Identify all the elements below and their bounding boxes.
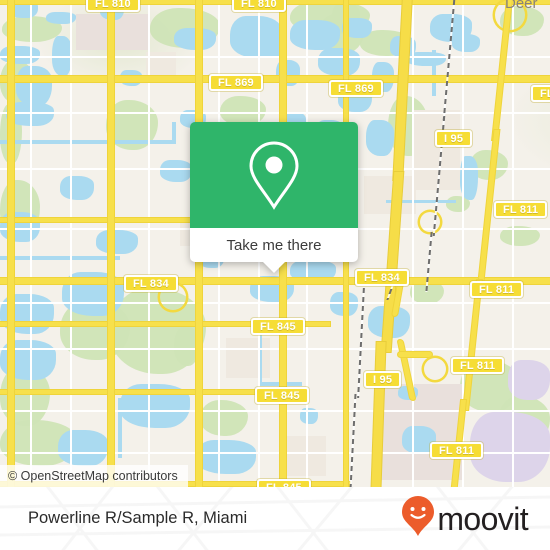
motorway-loop-ramp [424, 358, 446, 380]
moovit-pin-icon [401, 495, 435, 542]
footer-bar: Powerline R/Sample R, Miami moovit [0, 487, 550, 550]
canal [0, 256, 120, 260]
road-shield: FL 845 [251, 318, 305, 335]
highway-vertical [8, 0, 14, 487]
minor-road [412, 0, 414, 487]
road-shield: FL 869 [209, 74, 263, 91]
station-title: Powerline R/Sample R, Miami [28, 509, 248, 527]
road-shield: FL 811 [531, 85, 550, 102]
popup-pointer-tail [262, 261, 286, 273]
built-area [226, 338, 270, 378]
water-body [290, 20, 340, 50]
minor-road [70, 0, 72, 487]
moovit-brand[interactable]: moovit [401, 495, 529, 542]
road-shield: FL 811 [430, 442, 484, 459]
attribution-text: © OpenStreetMap contributors [8, 469, 178, 483]
highway-secondary [0, 218, 200, 222]
highway-powerline-rd [108, 0, 114, 487]
road-shield: FL 834 [355, 269, 409, 286]
highway-fl-834 [0, 278, 550, 284]
road-shield: FL 869 [329, 80, 383, 97]
road-shield: FL 811 [470, 281, 524, 298]
canal [172, 122, 176, 144]
place-label-deer: Deer [505, 0, 538, 12]
water-body [318, 48, 360, 76]
road-shield: FL 810 [86, 0, 140, 12]
minor-road [0, 56, 550, 58]
road-shield: FL 845 [257, 479, 311, 487]
popup-header [190, 122, 358, 228]
map-attribution[interactable]: © OpenStreetMap contributors [0, 465, 188, 487]
built-area [364, 176, 416, 214]
map-canvas[interactable]: Deer FL 810 FL 810 FL 869 FL 869 FL 811 … [0, 0, 550, 487]
moovit-station-map-card: Deer FL 810 FL 810 FL 869 FL 869 FL 811 … [0, 0, 550, 550]
water-body [160, 160, 192, 182]
road-shield: FL 811 [494, 201, 548, 218]
water-body [366, 120, 394, 156]
road-shield: I 95 [435, 130, 473, 147]
water-body [452, 34, 480, 52]
water-body [0, 46, 40, 64]
water-body [60, 176, 94, 200]
minor-road [0, 112, 550, 114]
road-shield: FL 810 [232, 0, 286, 12]
minor-road [30, 0, 32, 487]
water-body [174, 28, 216, 50]
popup-action-row[interactable]: Take me there [190, 228, 358, 262]
water-body [196, 440, 256, 474]
water-body [0, 212, 40, 242]
canal [118, 398, 122, 458]
minor-road [148, 0, 150, 487]
road-shield: I 95 [364, 371, 402, 388]
minor-road [512, 0, 514, 487]
station-popup-card[interactable]: Take me there [190, 122, 358, 273]
highway-fl-869 [0, 76, 550, 82]
motorway-ramp [398, 352, 432, 357]
road-shield: FL 834 [124, 275, 178, 292]
road-shield: FL 845 [255, 387, 309, 404]
water-body [58, 430, 108, 466]
water-body [16, 66, 52, 106]
map-pin-icon [246, 139, 302, 211]
motorway-loop-ramp [420, 212, 440, 232]
landuse-area [508, 360, 550, 400]
road-shield: FL 811 [451, 357, 505, 374]
park-area [200, 400, 248, 436]
minor-road [0, 410, 550, 412]
water-body [96, 230, 138, 254]
take-me-there-label: Take me there [226, 236, 322, 254]
minor-road [0, 302, 550, 304]
minor-road [0, 348, 550, 350]
moovit-wordmark: moovit [437, 500, 528, 537]
